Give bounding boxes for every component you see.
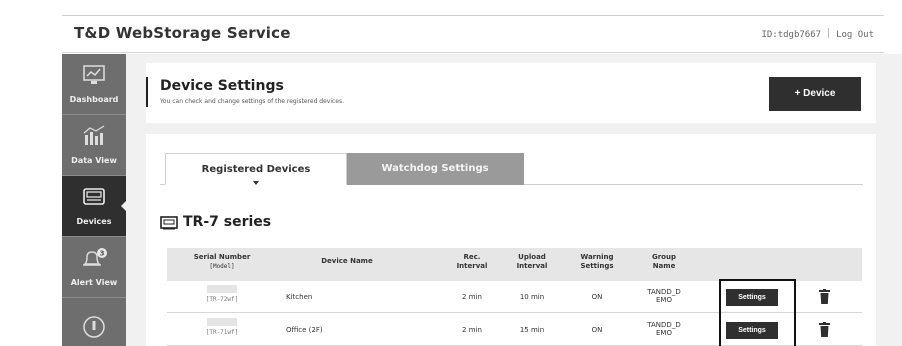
device-name: Kitchen [286,293,313,301]
header-label: Serial Number [193,253,251,261]
rec-interval: 2 min [462,293,482,301]
trash-icon[interactable] [819,289,830,304]
add-device-button[interactable]: + Device [769,77,861,111]
model: [TR-72wf] [205,296,239,303]
tab-watchdog-settings[interactable]: Watchdog Settings [346,153,524,185]
column-header-upload-interval: Upload Interval [516,253,548,270]
group-name: TANDD_D EMO [647,321,681,337]
column-header-group-name: Group Name [651,253,676,270]
sidebar-item-alert-view[interactable]: 3 Alert View [62,237,126,297]
table-header: Serial Number [Model] Device Name Rec. I… [167,248,862,281]
page-header: Device Settings You can check and change… [146,63,876,123]
app-title: T&D WebStorage Service [74,24,291,42]
sidebar-item-dashboard[interactable]: Dashboard [62,54,126,114]
top-bar: T&D WebStorage Service ID:tdgb7667 Log Ou… [62,15,884,53]
upload-interval: 10 min [519,293,545,301]
settings-highlight-frame [719,279,796,346]
sidebar-item-devices[interactable]: Devices [62,176,127,236]
data-view-icon [62,125,126,151]
page-description: You can check and change settings of the… [160,98,345,105]
series-title: TR-7 series [183,214,272,230]
alert-badge: 3 [100,250,105,258]
devices-icon [62,186,126,212]
serial-number-redacted [207,285,237,293]
serial-number-redacted [207,318,237,326]
header-sublabel: [Model] [209,263,235,270]
sidebar-item-label: Devices [76,217,112,226]
tab-registered-devices[interactable]: Registered Devices [165,153,347,185]
tab-label: Registered Devices [201,164,311,175]
sidebar-item-label: Dashboard [69,95,119,104]
tab-label: Watchdog Settings [381,163,489,174]
caret-down-icon [253,181,259,185]
group-name: TANDD_D EMO [647,288,681,304]
device-name: Office (2F) [286,326,323,334]
column-header-device-name: Device Name [321,257,373,265]
warning-status: ON [591,326,603,334]
title-accent [146,77,148,107]
sidebar-item-label: Alert View [70,278,118,287]
column-header-warning-settings: Warning Settings [580,253,614,270]
devices-panel: Watchdog Settings Registered Devices TR-… [146,134,876,346]
user-area: ID:tdgb7667 Log Out [761,28,874,40]
trash-icon[interactable] [819,322,830,337]
column-header-rec-interval: Rec. Interval [456,253,488,270]
dashboard-icon [62,64,126,90]
info-icon [62,314,126,344]
page-title: Device Settings [160,78,284,94]
sidebar-item-data-view[interactable]: Data View [62,115,126,175]
logout-link[interactable]: Log Out [836,30,874,40]
sidebar-item-info[interactable] [62,298,126,346]
rec-interval: 2 min [462,326,482,334]
column-header-serial: Serial Number [Model] [167,253,277,271]
warning-status: ON [591,293,603,301]
sidebar: Dashboard Data View Devices 3 Alert View [62,54,127,346]
divider [828,28,830,38]
alert-bell-icon: 3 [62,247,126,275]
user-id: ID:tdgb7667 [761,30,822,40]
model: [TR-71wf] [205,329,239,336]
device-icon [160,216,178,230]
upload-interval: 15 min [519,326,545,334]
sidebar-item-label: Data View [71,156,117,165]
